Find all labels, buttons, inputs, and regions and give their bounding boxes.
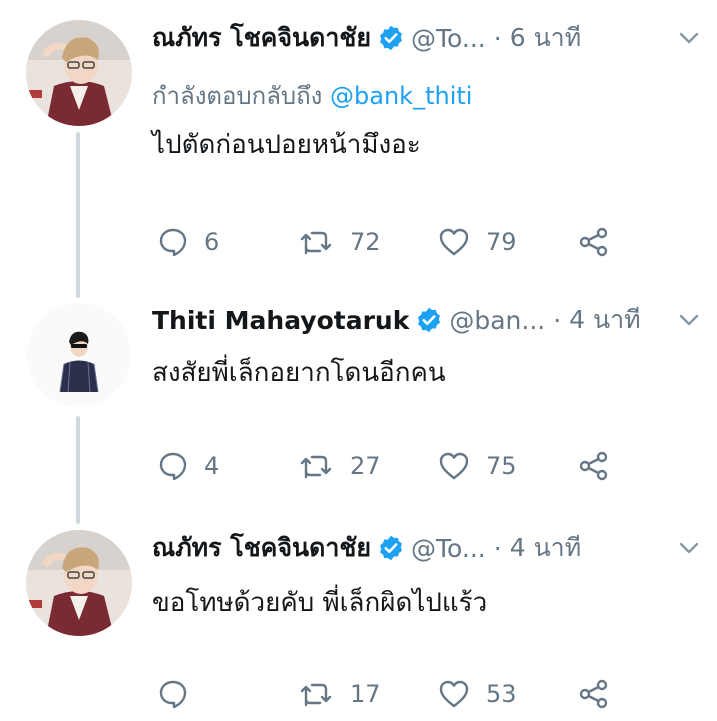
tweet-header: ณภัทร โชคจินดาชัย @To... · 4 นาที xyxy=(152,530,687,566)
heart-icon xyxy=(438,679,470,709)
avatar[interactable] xyxy=(26,20,132,126)
tweet-text: ขอโทษด้วยคับ พี่เล็กผิดไปแร้ว xyxy=(152,588,488,618)
tweet[interactable]: ณภัทร โชคจินดาชัย @To... · 6 นาที กำลังต… xyxy=(0,20,717,290)
display-name[interactable]: ณภัทร โชคจินดาชัย xyxy=(152,18,371,58)
replying-mention-link[interactable]: @bank_thiti xyxy=(330,82,472,110)
share-button[interactable] xyxy=(578,222,610,262)
like-button[interactable]: 75 xyxy=(438,446,517,486)
handle[interactable]: @To... xyxy=(411,24,486,53)
timestamp[interactable]: 6 นาที xyxy=(510,18,581,58)
replying-to: กำลังตอบกลับถึง @bank_thiti xyxy=(152,76,472,115)
handle[interactable]: @To... xyxy=(411,534,486,563)
replying-prefix: กำลังตอบกลับถึง xyxy=(152,82,323,110)
separator-dot: · xyxy=(553,305,562,335)
tweet[interactable]: ณภัทร โชคจินดาชัย @To... · 4 นาที ขอโทษด… xyxy=(0,530,717,721)
reply-icon xyxy=(158,451,188,481)
action-bar: 17 53 xyxy=(152,674,652,714)
reply-icon xyxy=(158,227,188,257)
avatar[interactable] xyxy=(26,530,132,636)
handle[interactable]: @ban... xyxy=(449,306,545,335)
retweet-icon xyxy=(298,227,334,257)
like-button[interactable]: 79 xyxy=(438,222,517,262)
tweet-header: ณภัทร โชคจินดาชัย @To... · 6 นาที xyxy=(152,20,687,56)
reply-button[interactable] xyxy=(158,674,204,714)
reply-count: 6 xyxy=(204,228,220,256)
retweet-icon xyxy=(298,451,334,481)
heart-icon xyxy=(438,451,470,481)
tweet-text: ไปตัดก่อนปอยหน้ามึงอะ xyxy=(152,130,421,160)
avatar[interactable] xyxy=(26,302,132,408)
action-bar: 4 27 75 xyxy=(152,446,652,486)
heart-icon xyxy=(438,227,470,257)
timestamp[interactable]: 4 นาที xyxy=(510,528,581,568)
reply-button[interactable]: 6 xyxy=(158,222,219,262)
share-icon xyxy=(578,227,610,257)
chevron-down-icon[interactable] xyxy=(679,30,699,44)
retweet-count: 17 xyxy=(350,680,381,708)
retweet-button[interactable]: 72 xyxy=(298,222,381,262)
display-name[interactable]: ณภัทร โชคจินดาชัย xyxy=(152,528,371,568)
separator-dot: · xyxy=(493,23,502,53)
retweet-count: 27 xyxy=(350,452,381,480)
tweet-text: สงสัยพี่เล็กอยากโดนอีกคน xyxy=(152,358,446,388)
reply-count: 4 xyxy=(204,452,220,480)
verified-badge-icon xyxy=(415,306,443,334)
verified-badge-icon xyxy=(377,534,405,562)
reply-button[interactable]: 4 xyxy=(158,446,219,486)
tweet[interactable]: Thiti Mahayotaruk @ban... · 4 นาที สงสัย… xyxy=(0,302,717,502)
action-bar: 6 72 79 xyxy=(152,222,652,262)
separator-dot: · xyxy=(493,533,502,563)
like-count: 75 xyxy=(486,452,517,480)
share-button[interactable] xyxy=(578,674,610,714)
like-button[interactable]: 53 xyxy=(438,674,517,714)
reply-icon xyxy=(158,679,188,709)
display-name[interactable]: Thiti Mahayotaruk xyxy=(152,306,409,335)
retweet-icon xyxy=(298,679,334,709)
like-count: 79 xyxy=(486,228,517,256)
tweet-header: Thiti Mahayotaruk @ban... · 4 นาที xyxy=(152,302,687,338)
timestamp[interactable]: 4 นาที xyxy=(569,300,640,340)
share-button[interactable] xyxy=(578,446,610,486)
chevron-down-icon[interactable] xyxy=(679,312,699,326)
retweet-button[interactable]: 17 xyxy=(298,674,381,714)
retweet-count: 72 xyxy=(350,228,381,256)
verified-badge-icon xyxy=(377,24,405,52)
chevron-down-icon[interactable] xyxy=(679,540,699,554)
share-icon xyxy=(578,679,610,709)
share-icon xyxy=(578,451,610,481)
retweet-button[interactable]: 27 xyxy=(298,446,381,486)
like-count: 53 xyxy=(486,680,517,708)
